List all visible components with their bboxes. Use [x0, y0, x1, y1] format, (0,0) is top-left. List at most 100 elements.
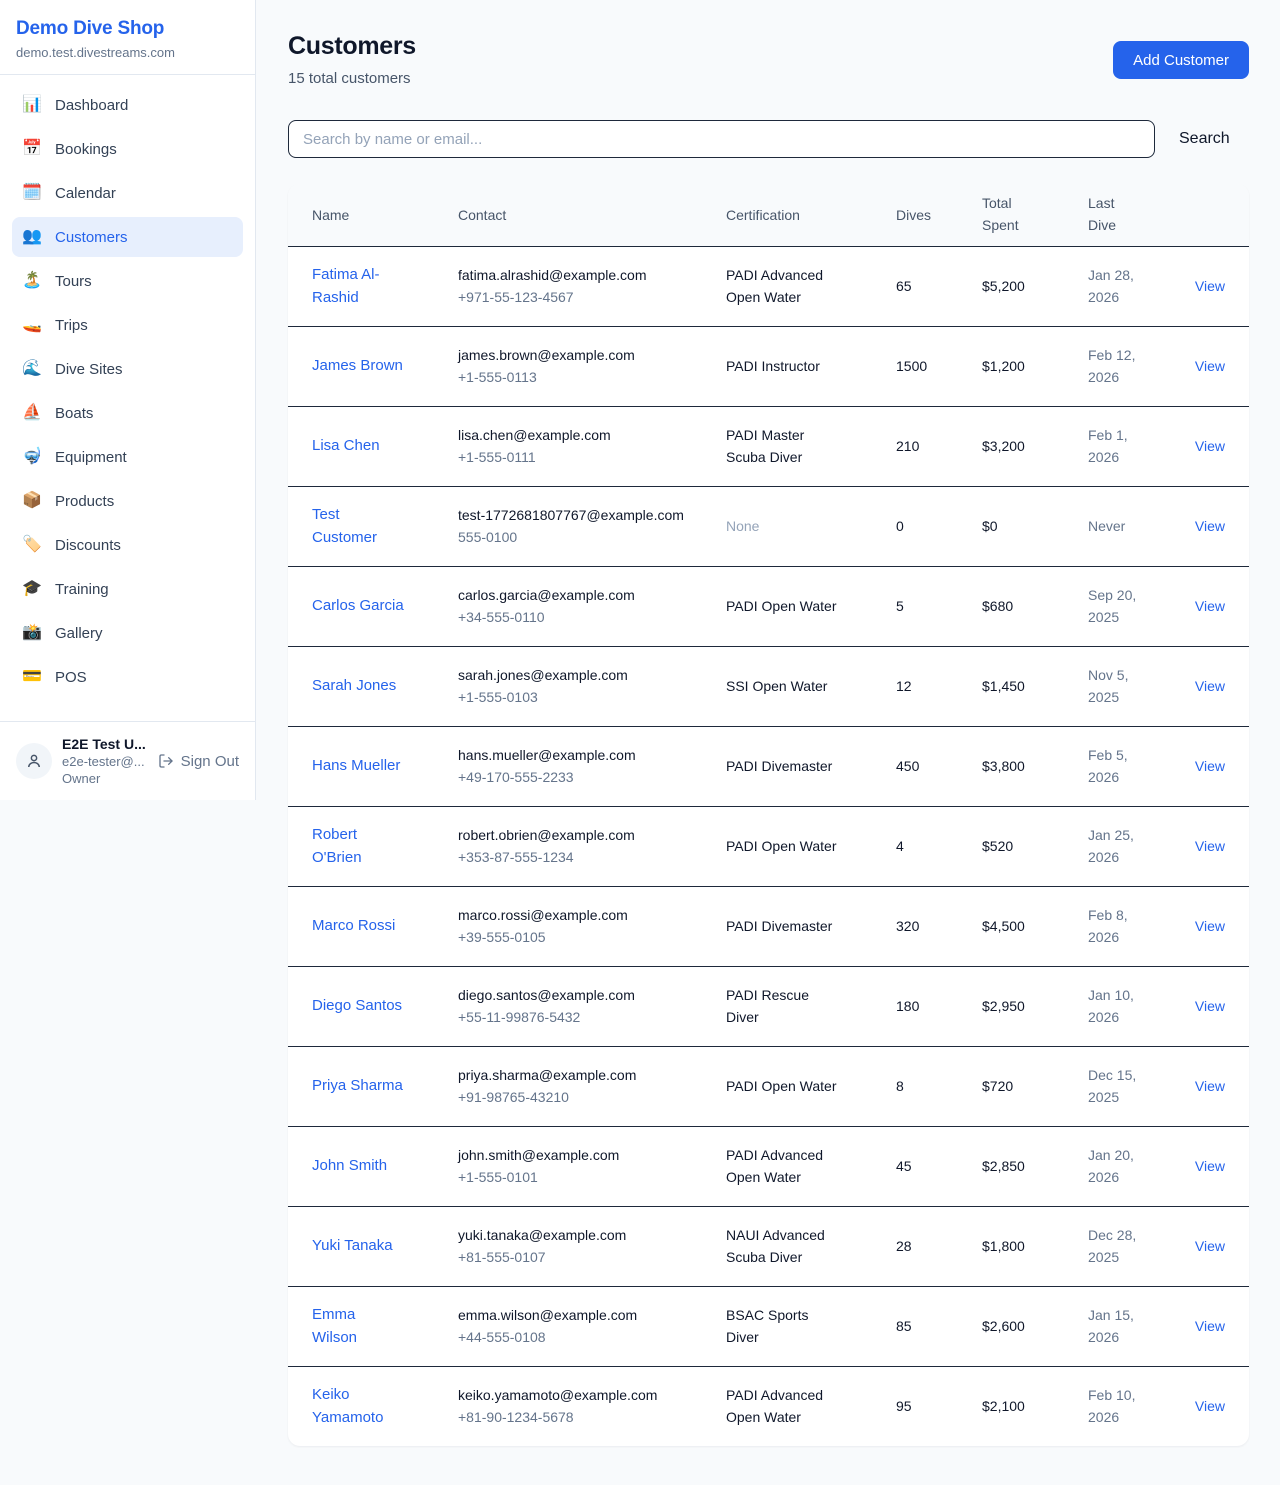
view-customer-link[interactable]: View — [1195, 1398, 1225, 1414]
customer-total-spent: $2,950 — [982, 966, 1088, 1046]
person-icon — [25, 752, 43, 770]
tag-icon: 🏷️ — [22, 537, 42, 553]
bar-chart-icon: 📊 — [22, 97, 42, 113]
customer-certification: SSI Open Water — [726, 675, 827, 697]
customers-table-card: Name Contact Certification Dives Total S… — [288, 184, 1249, 1446]
page-header: Customers 15 total customers Add Custome… — [288, 32, 1249, 87]
view-customer-link[interactable]: View — [1195, 1078, 1225, 1094]
sidebar-item-boats[interactable]: ⛵ Boats — [12, 393, 243, 433]
view-customer-link[interactable]: View — [1195, 358, 1225, 374]
customer-phone: +353-87-555-1234 — [458, 846, 710, 868]
customer-dives: 85 — [896, 1286, 982, 1366]
sidebar-item-products[interactable]: 📦 Products — [12, 481, 243, 521]
sailboat-icon: ⛵ — [22, 405, 42, 421]
island-icon: 🏝️ — [22, 273, 42, 289]
view-customer-link[interactable]: View — [1195, 278, 1225, 294]
view-customer-link[interactable]: View — [1195, 598, 1225, 614]
customer-phone: +971-55-123-4567 — [458, 286, 710, 308]
sidebar-item-customers[interactable]: 👥 Customers — [12, 217, 243, 257]
table-row: Priya Sharma priya.sharma@example.com +9… — [288, 1046, 1249, 1126]
customer-certification: PADI Advanced Open Water — [726, 264, 840, 309]
sidebar-item-bookings[interactable]: 📅 Bookings — [12, 129, 243, 169]
sidebar-item-tours[interactable]: 🏝️ Tours — [12, 261, 243, 301]
sidebar-item-training[interactable]: 🎓 Training — [12, 569, 243, 609]
sidebar-item-label: Customers — [55, 230, 128, 245]
customer-name-link[interactable]: Marco Rossi — [312, 914, 395, 937]
customer-last-dive: Sep 20, 2025 — [1088, 584, 1146, 629]
sidebar-item-calendar[interactable]: 🗓️ Calendar — [12, 173, 243, 213]
customer-last-dive: Feb 8, 2026 — [1088, 904, 1146, 949]
customer-total-spent: $4,500 — [982, 886, 1088, 966]
view-customer-link[interactable]: View — [1195, 918, 1225, 934]
view-customer-link[interactable]: View — [1195, 438, 1225, 454]
customer-dives: 1500 — [896, 326, 982, 406]
view-customer-link[interactable]: View — [1195, 1158, 1225, 1174]
customer-certification: PADI Master Scuba Diver — [726, 424, 840, 469]
customer-phone: +1-555-0111 — [458, 446, 710, 468]
column-header-total-spent: Total Spent — [982, 184, 1088, 246]
table-row: Carlos Garcia carlos.garcia@example.com … — [288, 566, 1249, 646]
view-customer-link[interactable]: View — [1195, 518, 1225, 534]
customer-phone: +81-555-0107 — [458, 1246, 710, 1268]
speedboat-icon: 🚤 — [22, 317, 42, 333]
sidebar: Demo Dive Shop demo.test.divestreams.com… — [0, 0, 256, 800]
customer-email: robert.obrien@example.com — [458, 824, 710, 846]
view-customer-link[interactable]: View — [1195, 838, 1225, 854]
view-customer-link[interactable]: View — [1195, 998, 1225, 1014]
view-customer-link[interactable]: View — [1195, 758, 1225, 774]
customer-name-link[interactable]: James Brown — [312, 354, 403, 377]
column-header-name: Name — [288, 184, 458, 246]
customer-name-link[interactable]: Test Customer — [312, 503, 404, 550]
customer-name-link[interactable]: Hans Mueller — [312, 754, 400, 777]
sidebar-item-label: Tours — [55, 274, 92, 289]
customer-name-link[interactable]: John Smith — [312, 1154, 387, 1177]
sidebar-item-equipment[interactable]: 🤿 Equipment — [12, 437, 243, 477]
customer-dives: 12 — [896, 646, 982, 726]
add-customer-button[interactable]: Add Customer — [1113, 41, 1249, 79]
customer-name-link[interactable]: Diego Santos — [312, 994, 402, 1017]
sign-out-button[interactable]: Sign Out — [158, 753, 239, 770]
customer-name-link[interactable]: Fatima Al-Rashid — [312, 263, 404, 310]
customer-name-link[interactable]: Priya Sharma — [312, 1074, 403, 1097]
customer-name-link[interactable]: Yuki Tanaka — [312, 1234, 393, 1257]
credit-card-icon: 💳 — [22, 669, 42, 685]
table-row: James Brown james.brown@example.com +1-5… — [288, 326, 1249, 406]
user-role: Owner — [62, 771, 148, 786]
customer-name-link[interactable]: Emma Wilson — [312, 1303, 404, 1350]
sidebar-item-dashboard[interactable]: 📊 Dashboard — [12, 85, 243, 125]
customer-email: lisa.chen@example.com — [458, 424, 710, 446]
customer-phone: +1-555-0101 — [458, 1166, 710, 1188]
customer-total-spent: $0 — [982, 486, 1088, 566]
customer-name-link[interactable]: Carlos Garcia — [312, 594, 404, 617]
sidebar-item-label: Equipment — [55, 450, 127, 465]
table-row: Marco Rossi marco.rossi@example.com +39-… — [288, 886, 1249, 966]
customer-name-link[interactable]: Robert O'Brien — [312, 823, 404, 870]
customer-name-link[interactable]: Lisa Chen — [312, 434, 380, 457]
page-subtitle: 15 total customers — [288, 70, 416, 87]
sidebar-item-label: Bookings — [55, 142, 117, 157]
customer-phone: 555-0100 — [458, 526, 710, 548]
view-customer-link[interactable]: View — [1195, 678, 1225, 694]
sidebar-item-pos[interactable]: 💳 POS — [12, 657, 243, 697]
customer-name-link[interactable]: Sarah Jones — [312, 674, 396, 697]
customers-table: Name Contact Certification Dives Total S… — [288, 184, 1249, 1446]
customer-last-dive: Never — [1088, 515, 1125, 537]
table-row: Yuki Tanaka yuki.tanaka@example.com +81-… — [288, 1206, 1249, 1286]
sidebar-item-gallery[interactable]: 📸 Gallery — [12, 613, 243, 653]
customer-certification: PADI Rescue Diver — [726, 984, 840, 1029]
customer-email: marco.rossi@example.com — [458, 904, 710, 926]
column-header-actions — [1186, 184, 1249, 246]
search-button[interactable]: Search — [1179, 130, 1230, 148]
view-customer-link[interactable]: View — [1195, 1238, 1225, 1254]
table-header-row: Name Contact Certification Dives Total S… — [288, 184, 1249, 246]
search-input[interactable] — [288, 120, 1155, 158]
sidebar-item-discounts[interactable]: 🏷️ Discounts — [12, 525, 243, 565]
table-row: Sarah Jones sarah.jones@example.com +1-5… — [288, 646, 1249, 726]
sidebar-item-trips[interactable]: 🚤 Trips — [12, 305, 243, 345]
view-customer-link[interactable]: View — [1195, 1318, 1225, 1334]
sidebar-item-dive-sites[interactable]: 🌊 Dive Sites — [12, 349, 243, 389]
customer-name-link[interactable]: Keiko Yamamoto — [312, 1383, 404, 1430]
table-row: Test Customer test-1772681807767@example… — [288, 486, 1249, 566]
main-content: Customers 15 total customers Add Custome… — [288, 32, 1249, 1446]
sidebar-item-label: Boats — [55, 406, 93, 421]
